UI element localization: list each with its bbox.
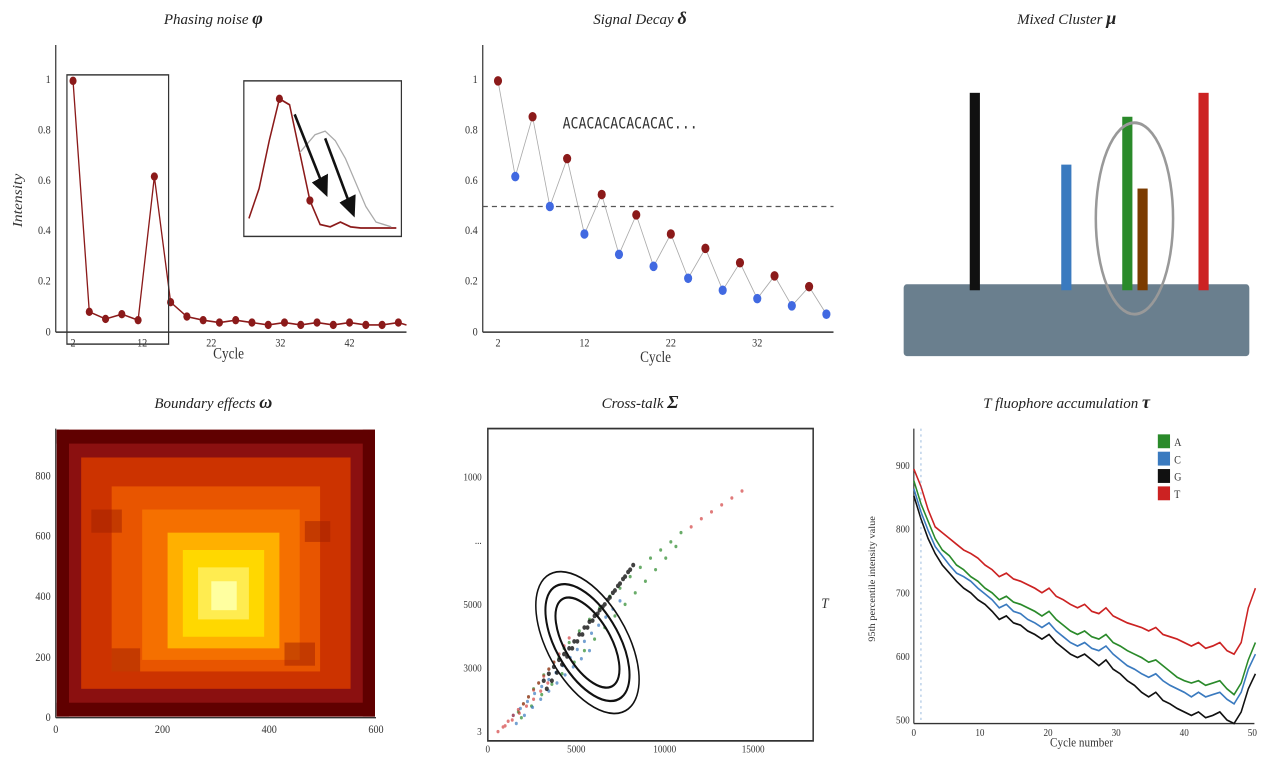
signal-decay-chart: 0 0.2 0.4 0.6 0.8 1 2 12 22 32 Cycle ACA… xyxy=(437,33,844,380)
svg-text:0.8: 0.8 xyxy=(465,124,478,137)
svg-text:32: 32 xyxy=(752,337,762,350)
svg-text:5000: 5000 xyxy=(567,744,585,756)
boundary-effects-title: Boundary effects ω xyxy=(154,392,272,413)
svg-text:10000: 10000 xyxy=(653,744,676,756)
svg-text:T: T xyxy=(821,595,829,612)
signal-decay-greek: δ xyxy=(677,8,686,28)
svg-text:2: 2 xyxy=(495,337,500,350)
t-fluophore-title: T fluophore accumulation τ xyxy=(983,392,1150,413)
svg-text:2: 2 xyxy=(70,337,75,350)
svg-text:10: 10 xyxy=(976,728,985,740)
t-fluophore-chart: 95th percentile intensity value Cycle nu… xyxy=(863,417,1270,764)
svg-text:0.4: 0.4 xyxy=(465,224,478,237)
svg-text:1000: 1000 xyxy=(463,472,481,484)
svg-text:Cycle number: Cycle number xyxy=(1050,735,1113,750)
phasing-noise-chart: Intensity Cycle 0 0.2 0.4 0.6 0.8 1 2 12… xyxy=(10,33,417,380)
svg-text:20: 20 xyxy=(1044,728,1053,740)
svg-text:50: 50 xyxy=(1248,728,1257,740)
boundary-effects-chart: 0 200 400 600 800 0 200 400 600 xyxy=(10,417,417,764)
svg-text:0: 0 xyxy=(53,723,59,736)
svg-text:32: 32 xyxy=(275,337,285,350)
svg-text:200: 200 xyxy=(35,651,51,664)
svg-text:0: 0 xyxy=(472,326,477,339)
svg-text:22: 22 xyxy=(665,337,675,350)
svg-text:5000: 5000 xyxy=(463,599,481,611)
svg-text:0.6: 0.6 xyxy=(465,174,478,187)
svg-text:15000: 15000 xyxy=(741,744,764,756)
svg-text:900: 900 xyxy=(896,461,910,473)
svg-text:0: 0 xyxy=(46,326,51,339)
mixed-cluster-title: Mixed Cluster μ xyxy=(1017,8,1116,29)
svg-text:0: 0 xyxy=(46,712,52,725)
svg-text:ACACACACACACAC...: ACACACACACACAC... xyxy=(562,116,697,133)
signal-decay-title: Signal Decay δ xyxy=(593,8,686,29)
panel-phasing-noise: Phasing noise φ Intensity Cycle 0 0.2 0.… xyxy=(0,0,427,384)
svg-text:0.4: 0.4 xyxy=(38,224,51,237)
svg-text:12: 12 xyxy=(137,337,147,350)
svg-text:800: 800 xyxy=(896,524,910,536)
panel-cross-talk: Cross-talk Σ 3 3000 5000 ... 1000 0 5000… xyxy=(427,384,854,768)
svg-text:22: 22 xyxy=(206,337,216,350)
svg-text:A: A xyxy=(1174,436,1181,449)
svg-text:400: 400 xyxy=(262,723,278,736)
svg-text:T: T xyxy=(1174,488,1181,501)
boundary-effects-greek: ω xyxy=(259,392,272,412)
svg-text:Cycle: Cycle xyxy=(213,346,244,363)
svg-text:12: 12 xyxy=(579,337,589,350)
svg-text:500: 500 xyxy=(896,715,910,727)
mixed-cluster-chart xyxy=(863,33,1270,380)
panel-signal-decay: Signal Decay δ 0 0.2 0.4 0.6 0.8 1 2 12 … xyxy=(427,0,854,384)
svg-text:3: 3 xyxy=(477,727,482,739)
svg-text:Intensity: Intensity xyxy=(11,173,26,228)
phasing-noise-title: Phasing noise φ xyxy=(164,8,263,29)
svg-text:0: 0 xyxy=(912,728,917,740)
svg-text:...: ... xyxy=(475,536,482,548)
svg-text:95th percentile intensity valu: 95th percentile intensity value xyxy=(868,515,878,641)
t-fluophore-greek: τ xyxy=(1142,392,1150,412)
svg-text:Cycle: Cycle xyxy=(640,349,671,366)
cross-talk-title: Cross-talk Σ xyxy=(602,392,679,413)
svg-text:400: 400 xyxy=(35,590,51,603)
panel-boundary-effects: Boundary effects ω 0 200 400 600 800 0 2… xyxy=(0,384,427,768)
svg-text:600: 600 xyxy=(368,723,384,736)
svg-text:3000: 3000 xyxy=(463,663,481,675)
svg-text:800: 800 xyxy=(35,470,51,483)
svg-text:C: C xyxy=(1174,454,1181,467)
svg-text:1: 1 xyxy=(46,74,51,87)
phasing-noise-greek: φ xyxy=(252,8,263,28)
svg-text:700: 700 xyxy=(896,588,910,600)
svg-text:G: G xyxy=(1174,471,1181,484)
svg-text:0.6: 0.6 xyxy=(38,174,51,187)
panel-mixed-cluster: Mixed Cluster μ xyxy=(853,0,1280,384)
panel-t-fluophore: T fluophore accumulation τ 95th percenti… xyxy=(853,384,1280,768)
svg-text:0.8: 0.8 xyxy=(38,124,51,137)
svg-text:600: 600 xyxy=(35,530,51,543)
svg-text:0.2: 0.2 xyxy=(465,275,478,288)
cross-talk-chart: 3 3000 5000 ... 1000 0 5000 10000 15000 … xyxy=(437,417,844,764)
svg-text:30: 30 xyxy=(1112,728,1121,740)
svg-text:1: 1 xyxy=(472,74,477,87)
svg-text:600: 600 xyxy=(896,651,910,663)
cross-talk-greek: Σ xyxy=(667,392,678,412)
mixed-cluster-greek: μ xyxy=(1106,8,1116,28)
svg-text:40: 40 xyxy=(1180,728,1189,740)
svg-text:42: 42 xyxy=(344,337,354,350)
svg-text:0.2: 0.2 xyxy=(38,275,51,288)
svg-text:0: 0 xyxy=(485,744,490,756)
svg-text:200: 200 xyxy=(155,723,171,736)
